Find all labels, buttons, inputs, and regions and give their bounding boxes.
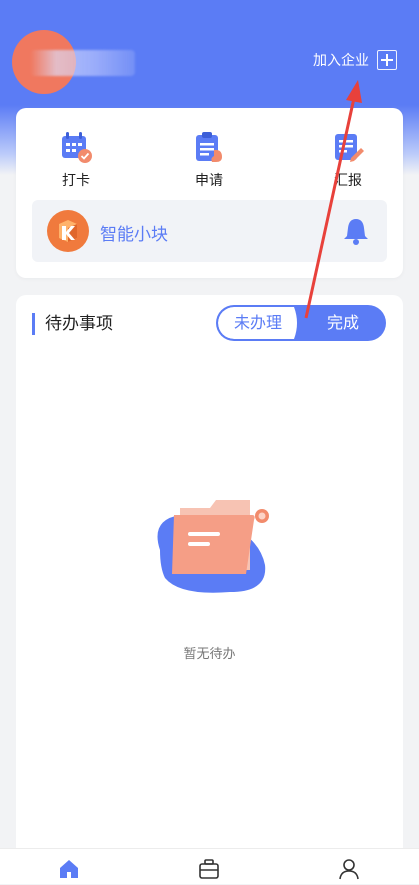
- plus-icon: [377, 50, 397, 70]
- nav-home[interactable]: [57, 857, 81, 881]
- bell-icon[interactable]: [341, 216, 371, 246]
- tab-pending[interactable]: 未办理: [218, 307, 298, 339]
- todo-card: 待办事项 未办理 完成 暂无待办: [16, 295, 403, 865]
- calendar-check-icon: [59, 130, 93, 164]
- clipboard-hand-icon: [192, 130, 226, 164]
- empty-state-text: 暂无待办: [183, 647, 236, 662]
- empty-folder-illustration: [150, 490, 275, 602]
- briefcase-icon: [199, 859, 219, 879]
- quick-action-label: 打卡: [62, 173, 90, 189]
- quick-action-report[interactable]: 汇报: [308, 130, 388, 190]
- smart-block-title: 智能小块: [100, 225, 168, 245]
- todo-section-title: 待办事项: [32, 313, 113, 335]
- user-icon: [339, 859, 359, 880]
- quick-action-label: 汇报: [334, 173, 362, 189]
- smart-block-logo: [47, 210, 89, 252]
- quick-action-clock-in[interactable]: 打卡: [36, 130, 116, 190]
- join-company-button[interactable]: 加入企业: [313, 50, 397, 70]
- quick-actions-card: 打卡 申请 汇报 智能小块: [16, 108, 403, 278]
- join-company-label: 加入企业: [313, 53, 369, 69]
- todo-status-toggle: 未办理 完成: [216, 305, 386, 341]
- bottom-navigation: [0, 848, 419, 884]
- nav-workbench[interactable]: [197, 857, 221, 881]
- quick-action-label: 申请: [195, 173, 223, 189]
- smart-block-banner[interactable]: 智能小块: [32, 200, 387, 262]
- report-edit-icon: [331, 130, 365, 164]
- nav-profile[interactable]: [337, 857, 361, 881]
- tab-done[interactable]: 完成: [306, 305, 380, 341]
- home-icon: [60, 860, 78, 878]
- user-name-redacted: [30, 50, 135, 76]
- quick-action-apply[interactable]: 申请: [169, 130, 249, 190]
